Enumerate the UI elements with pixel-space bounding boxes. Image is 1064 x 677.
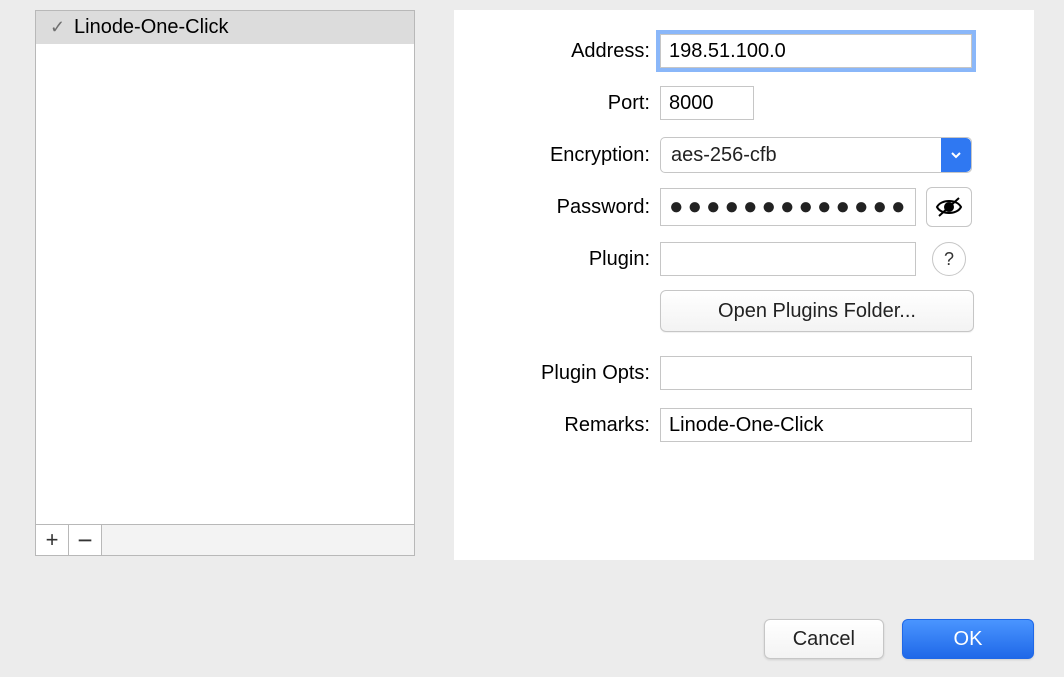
minus-icon: − <box>77 533 92 547</box>
open-plugins-folder-label: Open Plugins Folder... <box>718 300 916 323</box>
dialog-buttons: Cancel OK <box>764 619 1034 659</box>
encryption-value: aes-256-cfb <box>671 144 777 167</box>
checkmark-icon: ✓ <box>50 17 74 38</box>
server-name-label: Linode-One-Click <box>74 16 229 39</box>
port-label: Port: <box>454 92 660 115</box>
address-input[interactable] <box>660 34 972 68</box>
ok-label: OK <box>954 628 983 651</box>
remarks-label: Remarks: <box>454 414 660 437</box>
open-plugins-folder-button[interactable]: Open Plugins Folder... <box>660 290 974 332</box>
cancel-button[interactable]: Cancel <box>764 619 884 659</box>
reveal-password-button[interactable] <box>926 187 972 227</box>
server-form: Address: Port: Encryption: aes-256-cfb <box>454 10 1034 560</box>
password-mask: ●●●●●●●●●●●●● <box>669 193 909 221</box>
servers-panel: ✓ Linode-One-Click + − <box>35 10 415 560</box>
question-icon: ? <box>944 249 954 270</box>
cancel-label: Cancel <box>793 628 855 651</box>
eye-off-icon <box>935 196 963 218</box>
password-input[interactable]: ●●●●●●●●●●●●● <box>660 188 916 226</box>
port-input[interactable] <box>660 86 754 120</box>
remarks-input[interactable] <box>660 408 972 442</box>
plus-icon: + <box>46 527 59 553</box>
plugin-help-button[interactable]: ? <box>932 242 966 276</box>
encryption-label: Encryption: <box>454 144 660 167</box>
chevron-down-icon <box>941 138 971 172</box>
list-item[interactable]: ✓ Linode-One-Click <box>36 11 414 44</box>
plugin-opts-input[interactable] <box>660 356 972 390</box>
remove-button[interactable]: − <box>69 525 102 555</box>
address-label: Address: <box>454 40 660 63</box>
encryption-select[interactable]: aes-256-cfb <box>660 137 972 173</box>
ok-button[interactable]: OK <box>902 619 1034 659</box>
list-toolbar: + − <box>35 525 415 556</box>
password-label: Password: <box>454 196 660 219</box>
servers-list[interactable]: ✓ Linode-One-Click <box>35 10 415 525</box>
plugin-opts-label: Plugin Opts: <box>454 362 660 385</box>
preferences-dialog: ✓ Linode-One-Click + − Address: Port: <box>0 0 1064 677</box>
plugin-label: Plugin: <box>454 248 660 271</box>
add-button[interactable]: + <box>36 525 69 555</box>
plugin-input[interactable] <box>660 242 916 276</box>
